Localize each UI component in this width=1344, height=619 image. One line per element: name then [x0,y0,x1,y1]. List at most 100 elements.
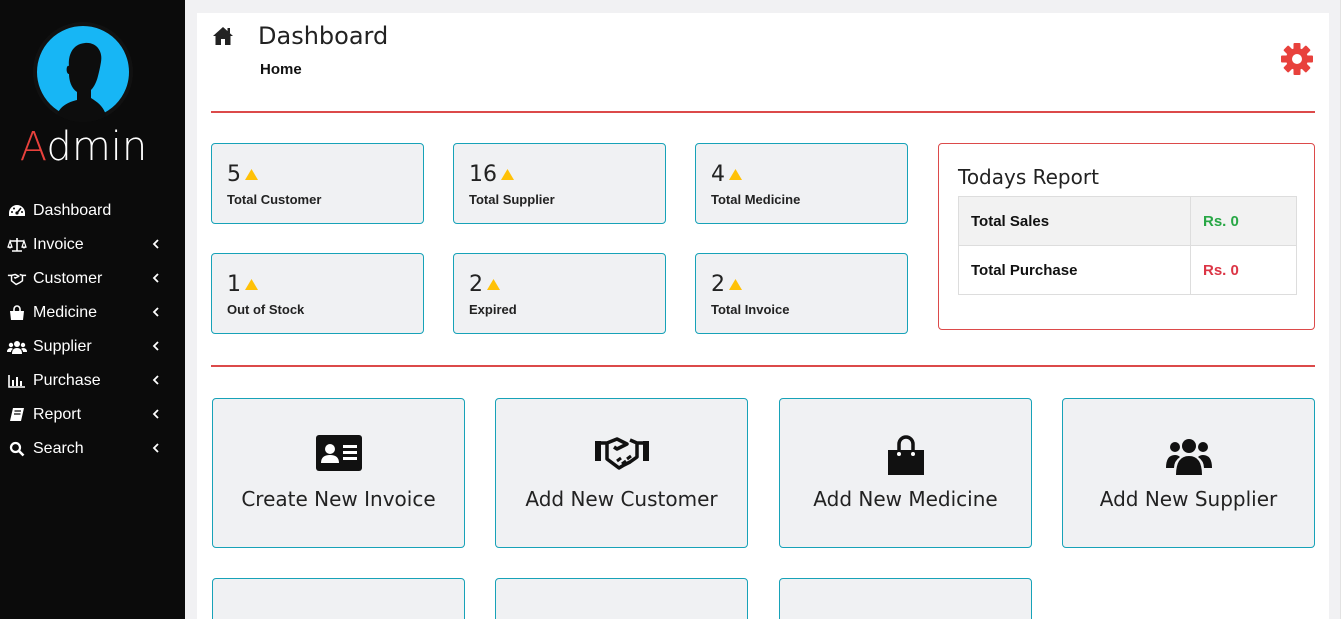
stat-card-total-customer[interactable]: 5 Total Customer [211,143,424,224]
stat-value: 16 [469,162,497,187]
sidebar-item-search[interactable]: Search [0,432,185,466]
sidebar-item-report[interactable]: Report [0,398,185,432]
create-invoice-button[interactable]: Create New Invoice [212,398,465,548]
stat-value: 5 [227,162,241,187]
bar-chart-icon [7,373,27,389]
stat-value-wrap: 1 [227,272,259,297]
user-silhouette-icon [33,22,133,122]
sidebar-item-label: Supplier [33,338,92,355]
home-icon[interactable] [212,26,234,46]
sidebar-item-dashboard[interactable]: Dashboard [0,194,185,228]
handshake-icon [7,271,27,287]
chevron-left-icon [152,409,159,419]
gear-icon[interactable] [1280,42,1314,76]
action-icon-wrap [213,435,464,477]
sidebar-item-medicine[interactable]: Medicine [0,296,185,330]
brand-initial: A [19,124,47,170]
warning-icon [487,279,500,290]
stat-value-wrap: 2 [711,272,743,297]
sidebar-item-supplier[interactable]: Supplier [0,330,185,364]
handshake-icon [594,437,649,470]
stat-label: Total Supplier [469,192,555,207]
add-medicine-button[interactable]: Add New Medicine [779,398,1032,548]
stat-value: 2 [469,272,483,297]
warning-icon [245,169,258,180]
sidebar-item-customer[interactable]: Customer [0,262,185,296]
sidebar-item-label: Customer [33,270,103,287]
tachometer-icon [7,203,27,219]
stat-label: Out of Stock [227,302,305,317]
action-label: Add New Supplier [1099,487,1278,511]
table-row: Total Purchase Rs. 0 [958,245,1297,295]
sidebar-item-invoice[interactable]: Invoice [0,228,185,262]
divider [211,365,1315,367]
chevron-left-icon [152,239,159,249]
table-row: Total Sales Rs. 0 [958,196,1297,246]
stat-value: 2 [711,272,725,297]
sidebar-item-label: Report [33,406,82,423]
warning-icon [501,169,514,180]
sidebar-item-label: Purchase [33,372,101,389]
chevron-left-icon [152,375,159,385]
action-icon-wrap [1063,435,1314,477]
id-card-icon [315,435,362,471]
stat-value-wrap: 2 [469,272,501,297]
shopping-bag-icon [887,435,924,475]
search-icon [7,441,27,457]
stat-label: Total Invoice [711,302,790,317]
stat-label: Expired [469,302,517,317]
report-table: Total Sales Rs. 0 Total Purchase Rs. 0 [958,196,1297,295]
warning-icon [729,279,742,290]
sidebar-item-purchase[interactable]: Purchase [0,364,185,398]
chevron-left-icon [152,443,159,453]
brand-logo: Admin [0,124,167,170]
users-icon [7,339,27,355]
action-card[interactable] [779,578,1032,619]
brand-text: dmin [46,124,148,170]
stat-card-out-of-stock[interactable]: 1 Out of Stock [211,253,424,334]
sidebar-item-label: Dashboard [33,202,112,219]
action-icon-wrap [496,435,747,477]
report-label: Total Sales [958,196,1191,246]
chevron-left-icon [152,307,159,317]
stat-label: Total Customer [227,192,322,207]
page-title: Dashboard [258,22,389,50]
todays-report-card: Todays Report Total Sales Rs. 0 Total Pu… [938,143,1315,330]
report-value: Rs. 0 [1190,196,1297,246]
book-icon [7,407,27,423]
stat-value: 1 [227,272,241,297]
action-icon-wrap [780,435,1031,477]
scrollbar[interactable] [1340,0,1344,619]
divider [211,111,1315,113]
stat-value-wrap: 5 [227,162,259,187]
sidebar-item-label: Medicine [33,304,98,321]
report-title: Todays Report [958,165,1099,189]
stat-card-total-medicine[interactable]: 4 Total Medicine [695,143,908,224]
stat-card-total-supplier[interactable]: 16 Total Supplier [453,143,666,224]
users-icon [1165,439,1212,475]
breadcrumb[interactable]: Home [260,61,302,78]
add-supplier-button[interactable]: Add New Supplier [1062,398,1315,548]
warning-icon [729,169,742,180]
stat-value-wrap: 16 [469,162,515,187]
stat-card-expired[interactable]: 2 Expired [453,253,666,334]
add-customer-button[interactable]: Add New Customer [495,398,748,548]
report-label: Total Purchase [958,245,1191,295]
sidebar-item-label: Invoice [33,236,84,253]
action-label: Add New Medicine [813,487,998,511]
balance-scale-icon [7,237,27,253]
warning-icon [245,279,258,290]
sidebar-item-label: Search [33,440,84,457]
stat-card-total-invoice[interactable]: 2 Total Invoice [695,253,908,334]
chevron-left-icon [152,341,159,351]
shopping-bag-icon [7,305,27,321]
report-value: Rs. 0 [1190,245,1297,295]
action-label: Create New Invoice [241,487,436,511]
avatar [33,22,133,122]
action-card[interactable] [495,578,748,619]
stat-value-wrap: 4 [711,162,743,187]
sidebar-nav: Dashboard Invoice Customer Medicine Supp… [0,194,185,466]
action-card[interactable] [212,578,465,619]
action-label: Add New Customer [525,487,718,511]
chevron-left-icon [152,273,159,283]
